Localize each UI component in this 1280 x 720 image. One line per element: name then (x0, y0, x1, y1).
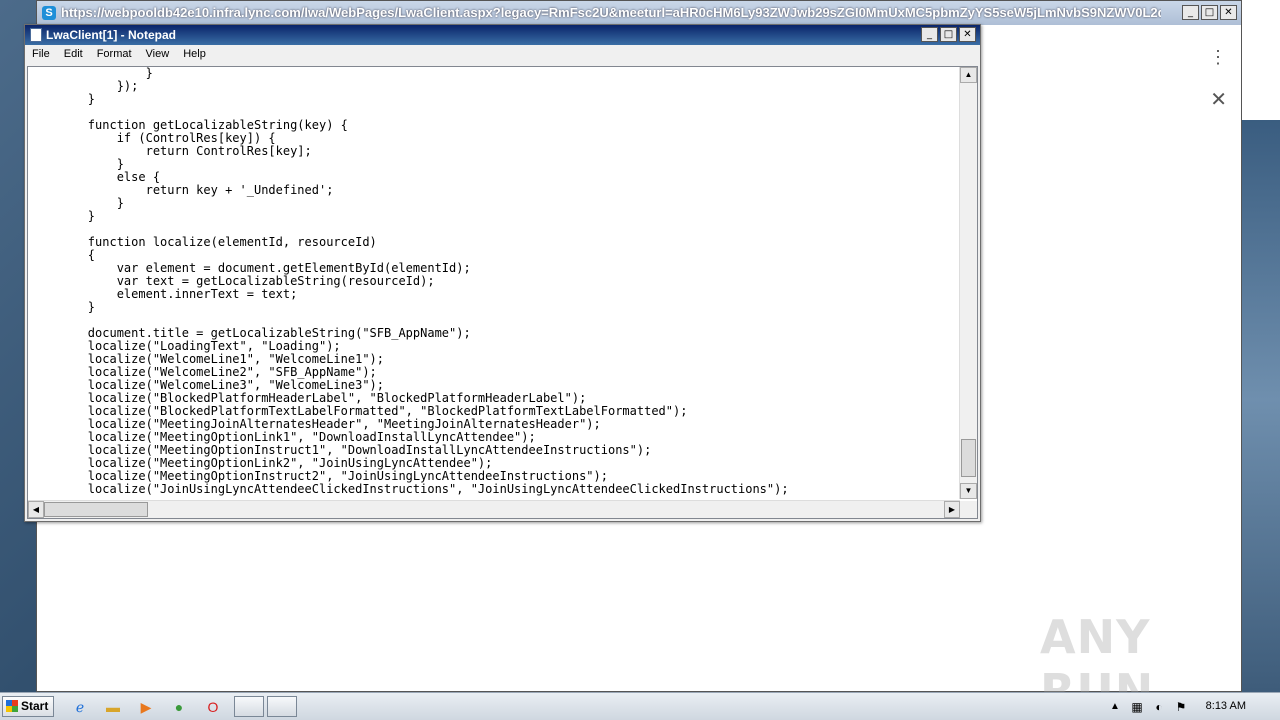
close-icon[interactable]: ✕ (1210, 87, 1227, 112)
media-player-icon[interactable]: ▶ (136, 697, 156, 717)
notepad-window-controls: _ □ ✕ (921, 27, 976, 42)
menu-file[interactable]: File (25, 45, 57, 65)
text-line: } (30, 209, 96, 223)
notepad-edit-area[interactable]: } }); } function getLocalizableString(ke… (27, 66, 978, 519)
system-tray: ▲ ▦ ◐ ⚑ 8:13 AM (1105, 693, 1280, 720)
text-line: }); (30, 79, 139, 93)
taskbar-skype-button[interactable] (234, 696, 264, 717)
notepad-text[interactable]: } }); } function getLocalizableString(ke… (30, 67, 960, 499)
browser-window-controls: _ □ ✕ (1182, 5, 1237, 20)
horizontal-scrollbar[interactable]: ◀ ▶ (28, 500, 960, 518)
browser-url: https://webpooldb42e10.infra.lync.com/lw… (61, 5, 1161, 20)
more-options-icon[interactable]: ⋮ (1209, 47, 1227, 68)
notepad-menu-bar: File Edit Format View Help (25, 45, 980, 65)
network-icon[interactable]: ▦ (1127, 697, 1147, 717)
minimize-button[interactable]: _ (1182, 5, 1199, 20)
text-line: return key + '_Undefined'; (30, 183, 334, 197)
horizontal-scroll-thumb[interactable] (44, 502, 148, 517)
close-button[interactable]: ✕ (1220, 5, 1237, 20)
text-line: localize("JoinUsingLyncAttendeeClickedIn… (30, 482, 789, 496)
menu-edit[interactable]: Edit (57, 45, 90, 65)
taskbar-notepad-button[interactable] (267, 696, 297, 717)
text-line: } (30, 92, 96, 106)
scroll-right-arrow-icon[interactable]: ▶ (944, 501, 960, 518)
scroll-left-arrow-icon[interactable]: ◀ (28, 501, 44, 518)
notepad-title: LwaClient[1] - Notepad (46, 28, 177, 42)
text-line: } (30, 157, 124, 171)
maximize-button[interactable]: □ (1201, 5, 1218, 20)
desktop-side-strip (1242, 0, 1280, 692)
notepad-maximize-button[interactable]: □ (940, 27, 957, 42)
text-line: function localize(elementId, resourceId) (30, 235, 377, 249)
resize-grip-icon[interactable] (960, 501, 977, 518)
text-line: element.innerText = text; (30, 287, 298, 301)
notepad-minimize-button[interactable]: _ (921, 27, 938, 42)
skype-icon: S (42, 6, 56, 20)
menu-help[interactable]: Help (176, 45, 213, 65)
notepad-close-button[interactable]: ✕ (959, 27, 976, 42)
text-line: } (30, 67, 153, 80)
volume-icon[interactable]: ◐ (1149, 697, 1169, 717)
chrome-icon[interactable]: ● (169, 697, 189, 717)
taskbar: Start ℯ ▬ ▶ ● O ▲ ▦ ◐ ⚑ 8:13 AM (0, 692, 1280, 720)
internet-explorer-icon[interactable]: ℯ (70, 697, 90, 717)
menu-view[interactable]: View (139, 45, 177, 65)
start-button[interactable]: Start (2, 696, 54, 717)
opera-icon[interactable]: O (203, 697, 223, 717)
clock[interactable]: 8:13 AM (1206, 700, 1246, 712)
browser-title-bar[interactable]: S https://webpooldb42e10.infra.lync.com/… (37, 1, 1241, 26)
windows-logo-icon (6, 700, 18, 712)
start-label: Start (21, 699, 49, 713)
vertical-scrollbar[interactable]: ▲ ▼ (959, 67, 977, 499)
text-line: } (30, 300, 96, 314)
notepad-icon (30, 28, 42, 42)
scroll-up-arrow-icon[interactable]: ▲ (960, 67, 977, 83)
vertical-scroll-thumb[interactable] (961, 439, 976, 477)
text-line: return ControlRes[key]; (30, 144, 312, 158)
notepad-window: LwaClient[1] - Notepad _ □ ✕ File Edit F… (24, 24, 981, 522)
scroll-down-arrow-icon[interactable]: ▼ (960, 483, 977, 499)
text-line: } (30, 196, 124, 210)
folder-icon[interactable]: ▬ (103, 697, 123, 717)
menu-format[interactable]: Format (90, 45, 139, 65)
tray-expand-icon[interactable]: ▲ (1105, 697, 1125, 717)
notepad-title-bar[interactable]: LwaClient[1] - Notepad _ □ ✕ (25, 25, 980, 45)
flag-icon[interactable]: ⚑ (1171, 697, 1191, 717)
